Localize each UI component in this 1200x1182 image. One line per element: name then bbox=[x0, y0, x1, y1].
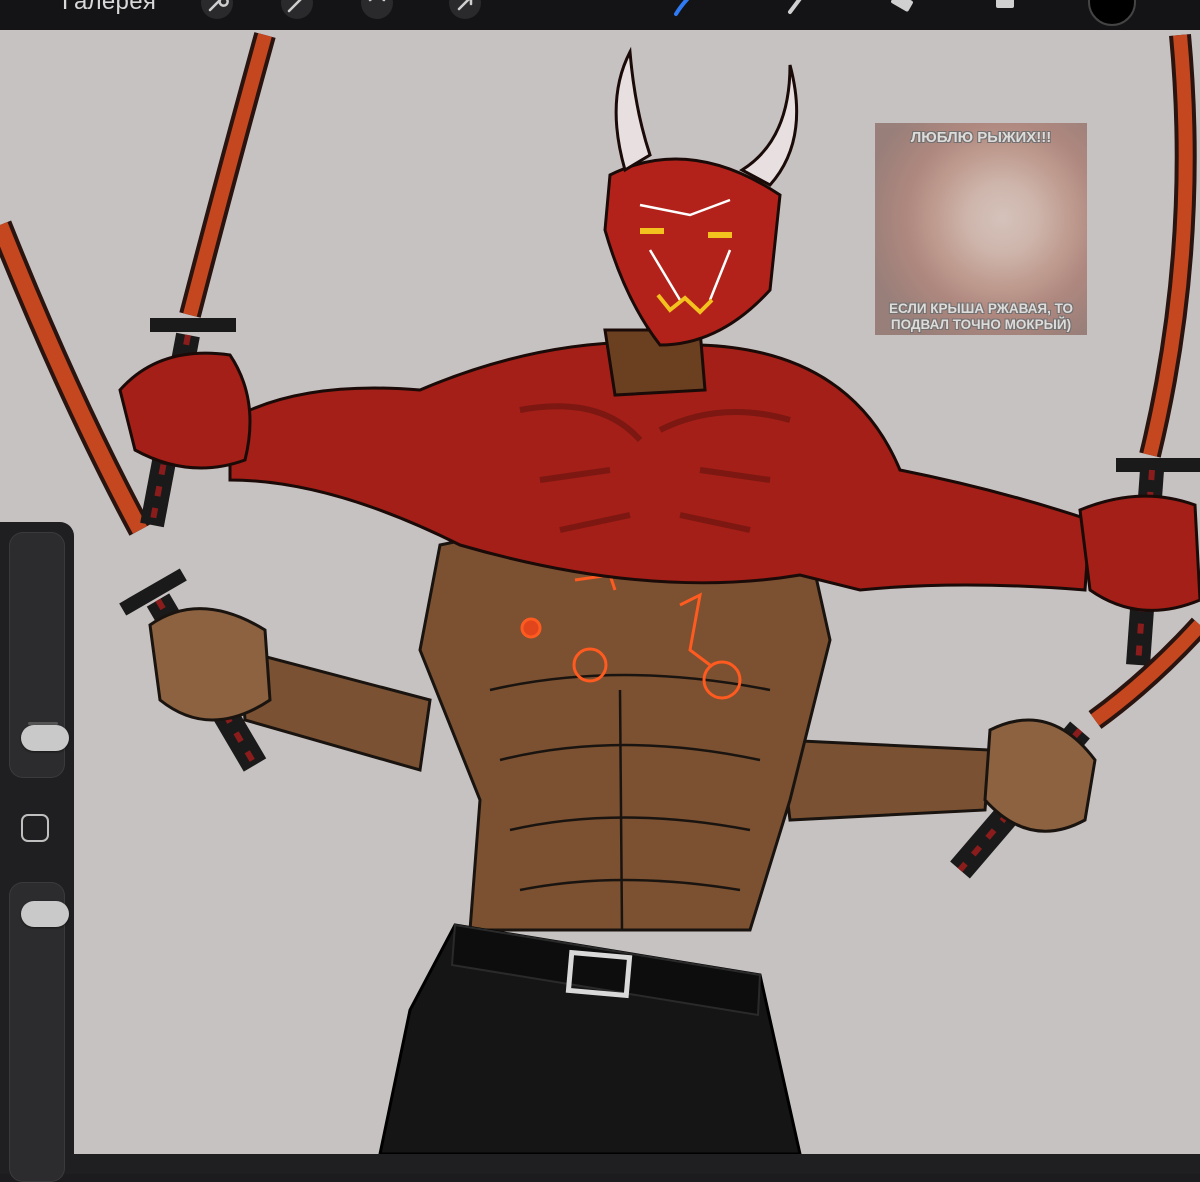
torso bbox=[418, 527, 832, 932]
modify-button[interactable] bbox=[21, 814, 49, 842]
meme-bottom-line1: ЕСЛИ КРЫША РЖАВАЯ, ТО bbox=[888, 301, 1074, 316]
right-red-fist bbox=[1078, 494, 1200, 612]
transform-arrow-icon[interactable] bbox=[444, 0, 486, 24]
bottom-strip bbox=[0, 1154, 1200, 1174]
meme-top-text: ЛЮБЛЮ РЫЖИХ!!! bbox=[910, 129, 1052, 146]
meme-image: ЛЮБЛЮ РЫЖИХ!!! ЕСЛИ КРЫША РЖАВАЯ, ТО ПОД… bbox=[875, 123, 1087, 335]
brush-size-slider[interactable] bbox=[9, 532, 69, 778]
left-sidebar bbox=[0, 522, 74, 1182]
magic-wand-icon[interactable] bbox=[276, 0, 318, 24]
horn-left bbox=[614, 46, 652, 173]
eraser-icon[interactable] bbox=[880, 0, 922, 24]
oni-mask bbox=[603, 157, 782, 347]
brush-icon[interactable] bbox=[664, 0, 706, 24]
smudge-icon[interactable] bbox=[776, 0, 818, 24]
brush-size-knob[interactable] bbox=[21, 725, 69, 752]
gallery-button[interactable]: Галерея bbox=[62, 0, 156, 16]
brush-opacity-knob[interactable] bbox=[21, 901, 69, 928]
color-swatch[interactable] bbox=[1088, 0, 1136, 26]
top-toolbar: Галерея bbox=[0, 0, 1200, 30]
brush-opacity-slider[interactable] bbox=[9, 882, 69, 1182]
drawing-canvas[interactable]: ЛЮБЛЮ РЫЖИХ!!! ЕСЛИ КРЫША РЖАВАЯ, ТО ПОД… bbox=[0, 30, 1200, 1154]
left-red-fist bbox=[118, 351, 252, 470]
selection-icon[interactable] bbox=[356, 0, 398, 24]
meme-bottom-line2: ПОДВАЛ ТОЧНО МОКРЫЙ) bbox=[890, 317, 1072, 332]
horn-right bbox=[739, 64, 799, 187]
meme-bottom-text: ЕСЛИ КРЫША РЖАВАЯ, ТО ПОДВАЛ ТОЧНО МОКРЫ… bbox=[875, 301, 1087, 333]
wrench-icon[interactable] bbox=[196, 0, 238, 24]
layers-icon[interactable] bbox=[984, 0, 1026, 24]
